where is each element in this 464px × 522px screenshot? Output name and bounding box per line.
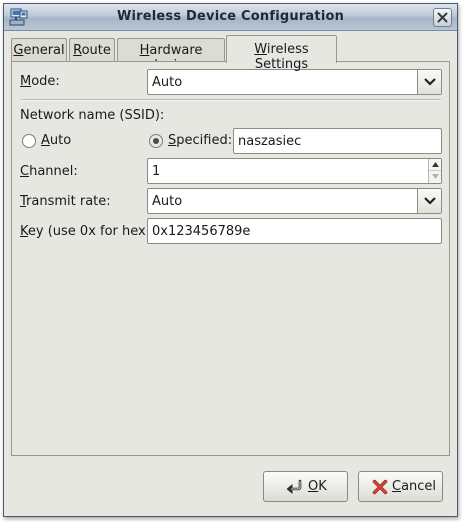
channel-value: 1 [152, 164, 161, 179]
arrow-up-icon [432, 162, 439, 167]
channel-label-mnemonic: C [20, 164, 30, 179]
tab-hardware-device[interactable]: Hardware device [117, 38, 225, 73]
channel-label-text: hannel: [29, 164, 78, 179]
cancel-text: ancel [401, 479, 437, 494]
tab-general-label: eneral [23, 43, 65, 58]
ssid-input[interactable]: naszasiec [233, 128, 442, 154]
spin-down-button[interactable] [429, 171, 441, 183]
tab-wireless-settings[interactable]: Wireless Settings [226, 35, 337, 72]
ok-mnemonic: O [308, 479, 319, 494]
cancel-button[interactable]: Cancel [358, 471, 443, 502]
transmit-rate-label: Transmit rate: [20, 194, 111, 209]
tab-route[interactable]: Route [69, 38, 115, 62]
mode-label-mnemonic: M [20, 74, 32, 89]
ssid-auto-label[interactable]: Auto [41, 133, 71, 148]
key-value: 0x123456789e [152, 224, 251, 239]
ok-button[interactable]: OK [263, 471, 348, 502]
key-label: Key (use 0x for hex): [20, 224, 155, 239]
cancel-mnemonic: C [392, 479, 402, 494]
chevron-down-icon [424, 78, 436, 86]
ssid-auto-text: uto [49, 133, 72, 148]
window-title: Wireless Device Configuration [116, 9, 345, 24]
ssid-specified-label[interactable]: Specified: [168, 133, 232, 148]
ssid-auto-mnemonic: A [41, 133, 50, 148]
tab-route-mnemonic: R [73, 43, 82, 58]
mode-value: Auto [152, 75, 183, 90]
ssid-specified-radio[interactable] [149, 134, 163, 148]
mode-select[interactable]: Auto [147, 69, 442, 95]
key-label-text: ey (use 0x for hex): [27, 224, 156, 239]
close-button[interactable] [433, 8, 452, 27]
channel-spin-buttons [428, 159, 441, 183]
cancel-label: Cancel [392, 479, 436, 494]
tab-hardware-mnemonic: H [139, 43, 150, 58]
ssid-auto-radio[interactable] [22, 134, 36, 148]
tab-route-label: oute [81, 43, 111, 58]
tab-general-mnemonic: G [13, 43, 24, 58]
ok-arrow-icon [285, 479, 303, 499]
ok-label: OK [308, 479, 327, 494]
channel-spinner[interactable]: 1 [147, 158, 442, 184]
title-bar[interactable]: Wireless Device Configuration [4, 4, 457, 31]
key-label-mnemonic: K [20, 224, 28, 239]
chevron-down-icon [424, 197, 436, 205]
separator [21, 99, 441, 101]
wireless-settings-panel: Mode: Auto Network name (SSID): Auto Spe… [11, 61, 450, 456]
mode-dropdown-button[interactable] [417, 70, 441, 94]
ok-text: K [318, 479, 327, 494]
ssid-value: naszasiec [238, 134, 302, 149]
channel-label: Channel: [20, 164, 78, 179]
transmit-rate-value: Auto [152, 194, 183, 209]
key-input[interactable]: 0x123456789e [147, 218, 442, 244]
cancel-x-icon [372, 479, 388, 499]
spin-up-button[interactable] [429, 159, 441, 171]
transmit-rate-dropdown-button[interactable] [417, 189, 441, 213]
arrow-down-icon [432, 174, 439, 179]
tab-general[interactable]: General [11, 38, 67, 62]
ssid-heading: Network name (SSID): [20, 108, 165, 123]
transmit-rate-select[interactable]: Auto [147, 188, 442, 214]
mode-label: Mode: [20, 74, 60, 89]
close-icon [437, 12, 448, 23]
tab-wireless-mnemonic: W [254, 42, 267, 57]
ssid-specified-text: pecified: [176, 133, 233, 148]
mode-label-text: ode: [31, 74, 60, 89]
dialog-window: Wireless Device Configuration General Ro… [3, 3, 458, 517]
transmit-rate-text: ransmit rate: [26, 194, 111, 209]
